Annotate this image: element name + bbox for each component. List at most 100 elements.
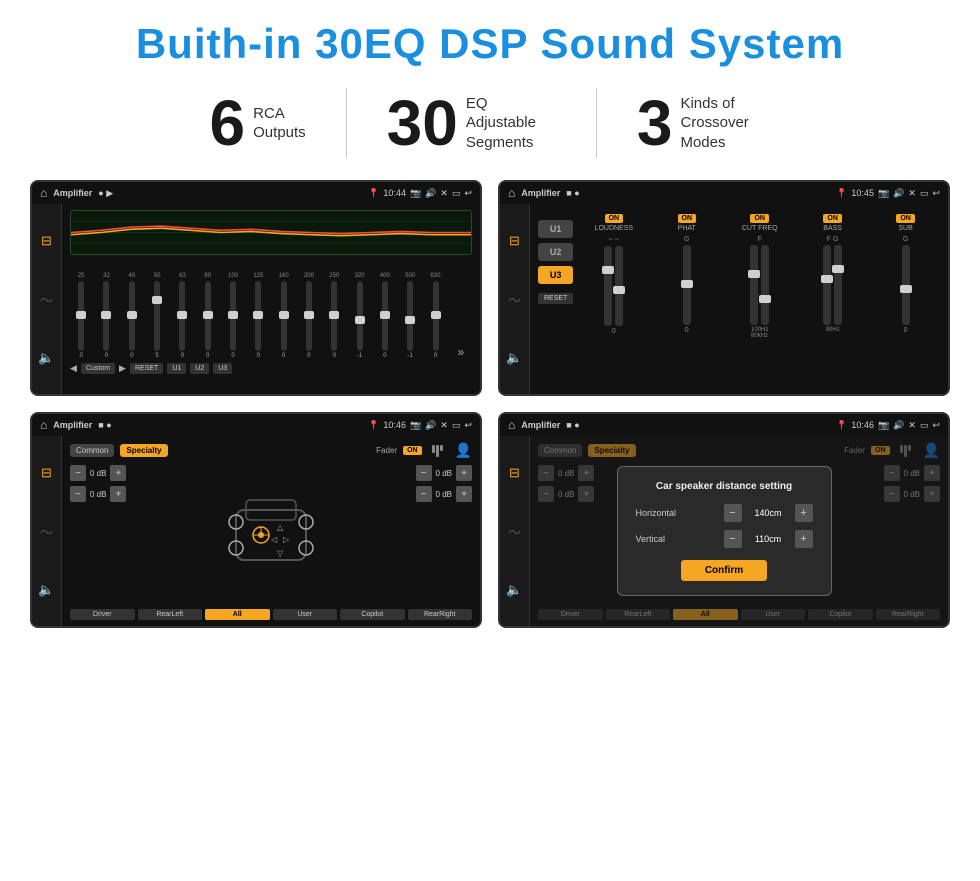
fader-chevron-right[interactable]: »: [458, 345, 465, 359]
screen-crossover: ⌂ Amplifier ■ ● 📍 10:45 📷 🔊 ✕ ▭ ↩ ⊟: [498, 180, 950, 396]
spk-screen-content: ⊟ 〜 🔈 Common Specialty Fader ON: [32, 436, 480, 626]
all-btn[interactable]: All: [205, 609, 270, 620]
spk-sidebar-sliders[interactable]: ⊟: [41, 465, 52, 481]
specialty-tab[interactable]: Specialty: [120, 444, 167, 457]
cross-sidebar-speaker[interactable]: 🔈: [506, 350, 522, 366]
vol1-val: 0 dB: [90, 469, 106, 478]
vol3-plus[interactable]: +: [456, 465, 472, 481]
copilot-btn[interactable]: Copilot: [340, 609, 405, 620]
status-left-eq: ⌂ Amplifier ● ▶: [40, 186, 113, 200]
spk-sidebar-wave[interactable]: 〜: [40, 522, 53, 541]
eq-u1-btn[interactable]: U1: [167, 363, 186, 374]
fader-63: 63 0: [171, 273, 193, 359]
dialog-vertical-label: Vertical: [636, 534, 666, 544]
eq-u2-btn[interactable]: U2: [190, 363, 209, 374]
fader-160: 160 0: [273, 273, 295, 359]
dialog-box: Car speaker distance setting Horizontal …: [617, 466, 832, 596]
loudness-label: LOUDNESS: [595, 225, 634, 232]
back-icon-cross[interactable]: ↩: [932, 188, 940, 199]
cross-sidebar-wave[interactable]: 〜: [508, 290, 521, 309]
back-icon-eq[interactable]: ↩: [464, 188, 472, 199]
loudness-vals: 0: [612, 328, 616, 335]
fader-label: Fader: [376, 446, 397, 455]
cross-u1-btn[interactable]: U1: [538, 220, 573, 238]
svg-text:▽: ▽: [277, 549, 284, 558]
cross-sidebar-sliders[interactable]: ⊟: [509, 233, 520, 249]
bass-vals: 90Hz: [826, 327, 840, 333]
rearright-btn[interactable]: RearRight: [408, 609, 473, 620]
spk-time: 10:46: [383, 420, 406, 430]
home-icon-cross[interactable]: ⌂: [508, 186, 515, 200]
spk-sidebar-speaker[interactable]: 🔈: [38, 582, 54, 598]
bass-faders: [823, 245, 842, 325]
common-tab[interactable]: Common: [70, 444, 114, 457]
horizontal-plus-btn[interactable]: +: [795, 504, 813, 522]
stat-crossover: 3 Kinds ofCrossover Modes: [597, 91, 811, 155]
phat-faders: [683, 245, 691, 325]
cross-phat: ON PHAT G 0: [652, 214, 721, 384]
vol1-minus[interactable]: −: [70, 465, 86, 481]
stat-rca: 6 RCAOutputs: [170, 91, 346, 155]
location-icon-cross: 📍: [836, 188, 847, 199]
stat-eq-number: 30: [387, 91, 458, 155]
fader-bar-2: [436, 445, 439, 457]
cross-reset-btn[interactable]: RESET: [538, 293, 573, 304]
cross-u3-btn[interactable]: U3: [538, 266, 573, 284]
cross-loudness: ON LOUDNESS ⌣ ⌣ 0: [579, 214, 648, 384]
vol-row-1: − 0 dB +: [70, 465, 126, 481]
next-btn[interactable]: ▶: [119, 363, 126, 374]
vol1-plus[interactable]: +: [110, 465, 126, 481]
prev-btn[interactable]: ◀: [70, 363, 77, 374]
fader-25: 25 0: [70, 273, 92, 359]
eq-u3-btn[interactable]: U3: [213, 363, 232, 374]
screen-dialog: ⌂ Amplifier ■ ● 📍 10:46 📷 🔊 ✕ ▭ ↩ ⊟ 〜: [498, 412, 950, 628]
square-icon-eq: ▭: [452, 188, 461, 199]
status-right-dlg: 📍 10:46 📷 🔊 ✕ ▭ ↩: [836, 420, 940, 431]
cross-u2-btn[interactable]: U2: [538, 243, 573, 261]
eq-sidebar-sliders[interactable]: ⊟: [41, 233, 52, 249]
eq-reset-btn[interactable]: RESET: [130, 363, 163, 374]
home-icon-dlg[interactable]: ⌂: [508, 418, 515, 432]
location-icon-eq: 📍: [368, 188, 379, 199]
horizontal-minus-btn[interactable]: −: [724, 504, 742, 522]
vol2-minus[interactable]: −: [70, 486, 86, 502]
status-left-spk: ⌂ Amplifier ■ ●: [40, 418, 112, 432]
fader-on-btn[interactable]: ON: [403, 446, 422, 455]
cross-cutfreq: ON CUT FREQ F 100Hz80kHz: [725, 214, 794, 384]
car-diagram-container: ◁ ▷ △ ▽: [134, 465, 407, 605]
vol4-plus[interactable]: +: [456, 486, 472, 502]
bass-fg-label: F G: [827, 236, 839, 243]
driver-btn[interactable]: Driver: [70, 609, 135, 620]
back-icon-dlg[interactable]: ↩: [932, 420, 940, 431]
vol3-minus[interactable]: −: [416, 465, 432, 481]
phat-on-btn[interactable]: ON: [678, 214, 697, 223]
eq-bottom-controls: ◀ Custom ▶ RESET U1 U2 U3: [70, 363, 472, 374]
fader-400: 400 0: [374, 273, 396, 359]
phat-g-label: G: [684, 236, 689, 243]
sub-on-btn[interactable]: ON: [896, 214, 915, 223]
eq-custom-btn[interactable]: Custom: [81, 363, 115, 374]
stat-rca-label: RCAOutputs: [253, 104, 306, 143]
svg-text:△: △: [277, 523, 284, 532]
bass-on-btn[interactable]: ON: [823, 214, 842, 223]
eq-sidebar-wave[interactable]: 〜: [40, 290, 53, 309]
vertical-minus-btn[interactable]: −: [724, 530, 742, 548]
sub-g-label: G: [903, 236, 908, 243]
eq-sidebar-speaker[interactable]: 🔈: [38, 350, 54, 366]
vol4-minus[interactable]: −: [416, 486, 432, 502]
confirm-button[interactable]: Confirm: [681, 560, 767, 581]
spk-controls: − 0 dB + − 0 dB +: [70, 465, 472, 605]
loudness-curve: ⌣ ⌣: [608, 236, 619, 244]
cutfreq-on-btn[interactable]: ON: [750, 214, 769, 223]
vol2-plus[interactable]: +: [110, 486, 126, 502]
dlg-time: 10:46: [851, 420, 874, 430]
vertical-plus-btn[interactable]: +: [795, 530, 813, 548]
home-icon[interactable]: ⌂: [40, 186, 47, 200]
loudness-on-btn[interactable]: ON: [605, 214, 624, 223]
user-btn[interactable]: User: [273, 609, 338, 620]
rearleft-btn[interactable]: RearLeft: [138, 609, 203, 620]
home-icon-spk[interactable]: ⌂: [40, 418, 47, 432]
back-icon-spk[interactable]: ↩: [464, 420, 472, 431]
vol3-val: 0 dB: [436, 469, 452, 478]
screens-grid: ⌂ Amplifier ● ▶ 📍 10:44 📷 🔊 ✕ ▭ ↩ ⊟: [30, 180, 950, 628]
